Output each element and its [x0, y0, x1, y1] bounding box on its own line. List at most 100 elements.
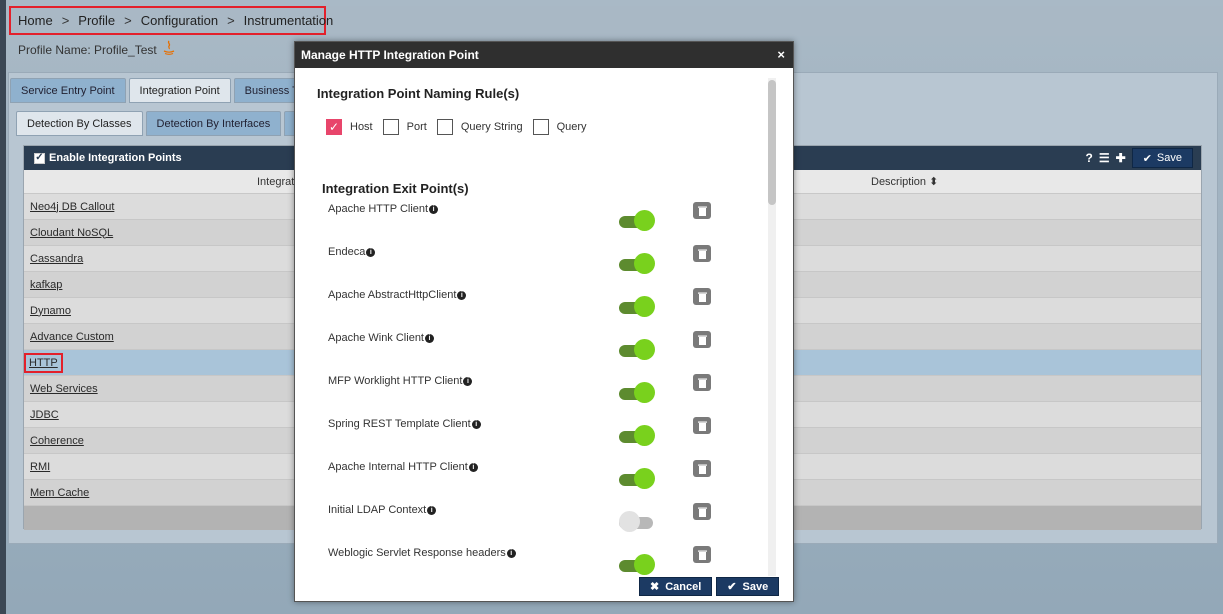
row-link[interactable]: Neo4j DB Callout: [30, 201, 114, 213]
exit-point-toggle[interactable]: [619, 468, 655, 490]
exit-point-toggle-off[interactable]: [619, 511, 655, 533]
tab-service-entry-point[interactable]: Service Entry Point: [10, 78, 126, 103]
exit-point-row: Spring REST Template Client i: [295, 415, 769, 458]
help-icon[interactable]: ?: [1086, 151, 1093, 165]
rule-query-string[interactable]: Query String: [436, 119, 523, 135]
modal-footer: ✖ Cancel ✔ Save: [639, 577, 780, 596]
check-icon: ✔: [1142, 152, 1152, 165]
info-icon[interactable]: i: [425, 334, 434, 343]
breadcrumb-configuration[interactable]: Configuration: [141, 13, 218, 28]
row-link[interactable]: Cassandra: [30, 253, 83, 265]
info-icon[interactable]: i: [366, 248, 376, 257]
modal-scrollbar[interactable]: [768, 78, 776, 576]
exit-point-label: Spring REST Template Client i: [328, 418, 481, 430]
trash-icon[interactable]: [693, 374, 711, 391]
row-link[interactable]: kafkap: [30, 279, 62, 291]
trash-icon[interactable]: [693, 460, 711, 477]
info-icon[interactable]: i: [429, 205, 439, 214]
breadcrumb-separator: >: [124, 13, 132, 28]
exit-point-row: Initial LDAP Context i: [295, 501, 769, 544]
exit-point-toggle[interactable]: [619, 382, 655, 404]
rule-query[interactable]: Query: [532, 119, 587, 135]
row-link[interactable]: Mem Cache: [30, 487, 89, 499]
exit-point-label: MFP Worklight HTTP Client i: [328, 375, 473, 387]
row-highlight: HTTP: [24, 352, 63, 373]
exit-points-title: Integration Exit Point(s): [322, 181, 469, 196]
grid-save-button[interactable]: ✔ Save: [1131, 148, 1193, 168]
breadcrumb-profile[interactable]: Profile: [78, 13, 115, 28]
list-icon[interactable]: ☰: [1099, 151, 1110, 165]
exit-point-row: MFP Worklight HTTP Client i: [295, 372, 769, 415]
close-icon[interactable]: ×: [777, 47, 785, 62]
manage-http-modal: Manage HTTP Integration Point × Integrat…: [294, 41, 794, 602]
info-icon[interactable]: i: [463, 377, 473, 386]
exit-point-toggle[interactable]: [619, 253, 655, 275]
breadcrumb-instrumentation[interactable]: Instrumentation: [244, 13, 334, 28]
exit-point-label: Apache HTTP Client i: [328, 203, 439, 215]
exit-point-row: Apache Wink Client i: [295, 329, 769, 372]
row-link[interactable]: Dynamo: [30, 305, 71, 317]
exit-point-toggle[interactable]: [619, 425, 655, 447]
port-checkbox[interactable]: [382, 119, 399, 135]
trash-icon[interactable]: [693, 245, 711, 262]
secondary-tabs: Detection By Classes Detection By Interf…: [16, 111, 297, 136]
row-link[interactable]: Advance Custom: [30, 331, 114, 343]
trash-icon[interactable]: [693, 288, 711, 305]
info-icon[interactable]: i: [468, 463, 478, 472]
row-link[interactable]: JDBC: [30, 409, 59, 421]
tab-detection-by-interfaces[interactable]: Detection By Interfaces: [145, 111, 282, 136]
rule-host-label: Host: [350, 121, 373, 133]
exit-point-toggle[interactable]: [619, 339, 655, 361]
enable-checkbox[interactable]: ✓: [34, 152, 45, 164]
column-header-name[interactable]: Integrat: [257, 176, 294, 188]
exit-point-row: Apache HTTP Client i: [295, 200, 769, 243]
breadcrumb-home[interactable]: Home: [18, 13, 53, 28]
row-link[interactable]: Web Services: [30, 383, 98, 395]
exit-point-toggle[interactable]: [619, 296, 655, 318]
exit-point-row: Apache AbstractHttpClient i: [295, 286, 769, 329]
row-link[interactable]: RMI: [30, 461, 50, 473]
breadcrumb-separator: >: [61, 13, 70, 28]
close-x-icon: ✖: [650, 581, 660, 593]
query-checkbox[interactable]: [532, 119, 549, 135]
tab-detection-by-classes[interactable]: Detection By Classes: [16, 111, 143, 136]
grid-toolbar: ? ☰ ✚ ✔ Save: [1086, 148, 1193, 168]
add-icon[interactable]: ✚: [1116, 151, 1126, 165]
grid-save-label: Save: [1156, 152, 1182, 164]
tab-integration-point[interactable]: Integration Point: [128, 78, 231, 103]
scrollbar-thumb[interactable]: [768, 80, 776, 205]
cancel-label: Cancel: [665, 580, 702, 593]
trash-icon[interactable]: [693, 202, 711, 219]
rule-host[interactable]: ✓ Host: [326, 119, 373, 135]
cancel-button[interactable]: ✖ Cancel: [639, 577, 713, 596]
exit-point-label: Apache Internal HTTP Client i: [328, 461, 478, 473]
trash-icon[interactable]: [693, 417, 711, 434]
exit-point-label: Endeca i: [328, 246, 376, 258]
trash-icon[interactable]: [693, 331, 711, 348]
exit-point-label: Apache Wink Client i: [328, 332, 434, 344]
naming-rules-title: Integration Point Naming Rule(s): [317, 86, 520, 101]
exit-point-row: Apache Internal HTTP Client i: [295, 458, 769, 501]
exit-point-toggle[interactable]: [619, 554, 655, 576]
info-icon[interactable]: i: [427, 506, 437, 515]
info-icon[interactable]: i: [471, 420, 481, 429]
row-link[interactable]: Coherence: [30, 435, 84, 447]
row-link-http[interactable]: HTTP: [29, 357, 58, 369]
info-icon[interactable]: i: [506, 549, 516, 558]
naming-rules: ✓ Host Port Query String Query: [326, 119, 597, 135]
info-icon[interactable]: i: [457, 291, 467, 300]
java-icon: [163, 40, 175, 55]
query-string-checkbox[interactable]: [436, 119, 453, 135]
save-button[interactable]: ✔ Save: [716, 577, 780, 596]
breadcrumb-separator: >: [227, 13, 235, 28]
exit-point-toggle[interactable]: [619, 210, 655, 232]
host-checkbox[interactable]: ✓: [326, 119, 342, 135]
rule-query-label: Query: [556, 121, 587, 133]
trash-icon[interactable]: [693, 546, 711, 563]
column-header-description[interactable]: Description ⬍: [871, 175, 938, 188]
row-link[interactable]: Cloudant NoSQL: [30, 227, 113, 239]
exit-point-label: Initial LDAP Context i: [328, 504, 437, 516]
trash-icon[interactable]: [693, 503, 711, 520]
exit-point-row: Endeca i: [295, 243, 769, 286]
rule-port[interactable]: Port: [382, 119, 427, 135]
